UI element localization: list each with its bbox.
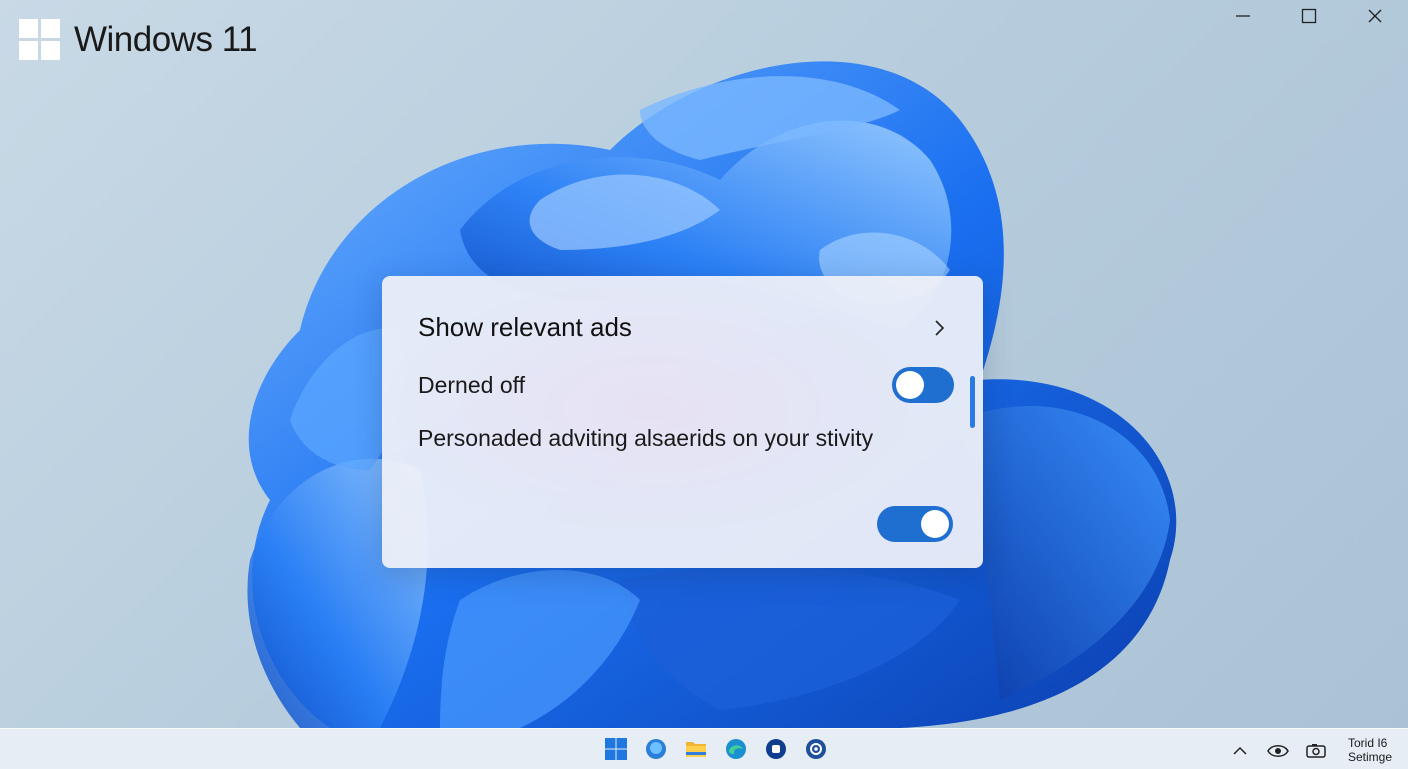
chevron-up-icon[interactable] xyxy=(1228,739,1252,763)
setting-description: Personaded adviting alsaerids on your st… xyxy=(418,425,874,451)
close-icon[interactable] xyxy=(1342,0,1408,32)
maximize-icon[interactable] xyxy=(1276,0,1342,32)
clock[interactable]: Torid I6 Setimge xyxy=(1348,736,1392,764)
window-controls xyxy=(1210,0,1408,32)
settings-icon[interactable] xyxy=(804,737,828,761)
chevron-right-icon[interactable] xyxy=(930,316,950,340)
ads-toggle[interactable] xyxy=(892,367,954,403)
toggle-knob xyxy=(921,510,949,538)
start-icon[interactable] xyxy=(604,737,628,761)
ads-settings-card: Show relevant ads Derned off Personaded … xyxy=(382,276,983,568)
windows-logo-icon xyxy=(19,19,60,60)
toggle-knob xyxy=(896,371,924,399)
file-explorer-icon[interactable] xyxy=(684,737,708,761)
brand-title: Windows 11 xyxy=(74,19,258,59)
minimize-icon[interactable] xyxy=(1210,0,1276,32)
taskbar: Torid I6 Setimge xyxy=(0,728,1408,769)
setting-status: Derned off xyxy=(418,372,525,398)
chat-icon[interactable] xyxy=(644,737,668,761)
personalized-ads-toggle[interactable] xyxy=(877,506,953,542)
taskbar-apps xyxy=(604,737,828,761)
clock-line-2: Setimge xyxy=(1348,750,1393,764)
camera-icon[interactable] xyxy=(1304,739,1328,763)
clock-line-1: Torid I6 xyxy=(1348,736,1388,750)
system-tray xyxy=(1228,739,1328,763)
brand: Windows 11 xyxy=(19,19,258,60)
scrollbar[interactable] xyxy=(970,376,975,428)
setting-title[interactable]: Show relevant ads xyxy=(418,312,632,343)
store-icon[interactable] xyxy=(764,737,788,761)
eye-icon[interactable] xyxy=(1266,739,1290,763)
edge-icon[interactable] xyxy=(724,737,748,761)
